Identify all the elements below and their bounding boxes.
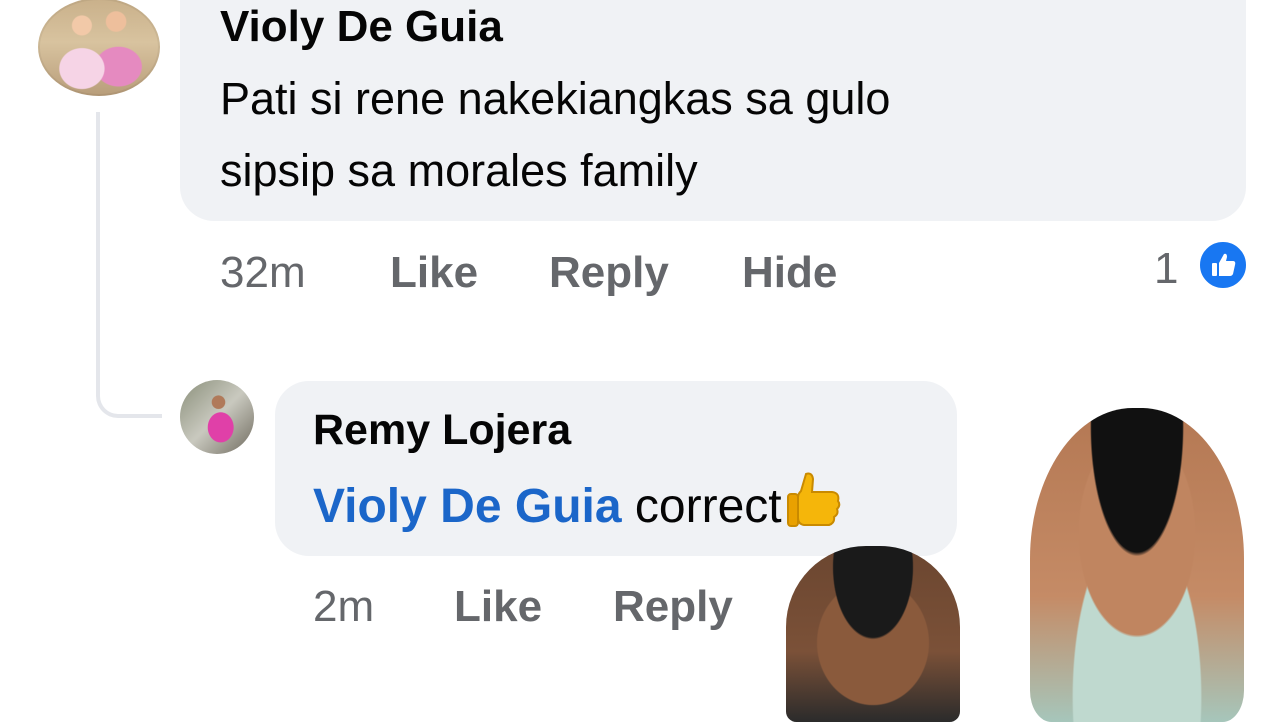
commenter-avatar[interactable] [38,0,160,96]
reply-timestamp[interactable]: 2m [313,582,374,632]
reply-like-button[interactable]: Like [454,582,542,632]
comment-timestamp[interactable]: 32m [220,248,306,298]
reply-reply-button[interactable]: Reply [613,582,733,632]
reply-text-line: Violy De Guia correct [313,470,844,534]
reply-author[interactable]: Remy Lojera [313,406,571,455]
hide-button[interactable]: Hide [742,248,837,298]
comment-text-line: Pati si rene nakekiangkas sa gulo [220,73,891,124]
replier-avatar[interactable] [180,380,254,454]
reply-text: correct [634,480,782,533]
reaction-count: 1 [1154,244,1179,293]
like-icon [1198,240,1248,290]
like-button[interactable]: Like [390,248,478,298]
comment-text: Pati si rene nakekiangkas sa gulo sipsip… [220,63,1200,207]
comment-text-line: sipsip sa morales family [220,145,698,196]
reply-button[interactable]: Reply [549,248,669,298]
mention-link[interactable]: Violy De Guia [313,480,622,533]
overlay-photo-man-2 [1030,408,1244,722]
thumbs-up-icon [786,470,844,532]
overlay-photo-man-1 [786,546,960,722]
comment-author[interactable]: Violy De Guia [220,2,503,52]
thread-connector [96,112,162,418]
